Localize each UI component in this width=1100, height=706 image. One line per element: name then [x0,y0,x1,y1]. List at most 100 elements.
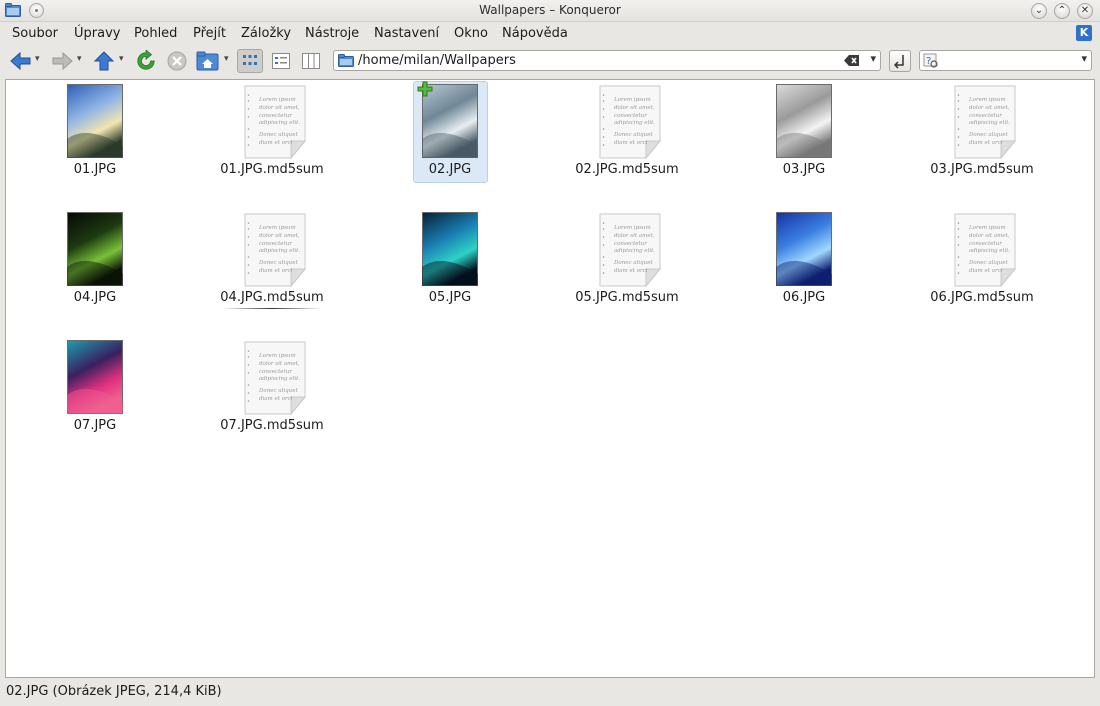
doc-preview-line: consectetur [969,113,1002,119]
doc-preview-line: adipiscing elit. [614,120,655,126]
icon-view-button[interactable] [237,49,263,73]
image-thumbnail [67,212,123,286]
home-dropdown-icon[interactable]: ▾ [224,54,233,64]
title-bar[interactable]: Wallpapers – Konqueror ⌄ ⌃ ✕ [0,0,1100,22]
location-bar[interactable]: /home/milan/Wallpapers ▾ [333,50,881,71]
image-thumbnail [67,84,123,158]
doc-preview-line: diam et orci [259,140,293,146]
image-thumbnail [67,340,123,414]
doc-preview-line: dolor sit amet, [614,233,655,239]
go-icon [894,55,904,69]
text-document-icon: Lorem ipsum dolor sit amet, consecteturadi… [599,85,661,159]
forward-icon[interactable] [50,50,74,72]
menu-nastaveni[interactable]: Nastavení [374,26,439,41]
text-file-item[interactable]: Lorem ipsum dolor sit amet, consectetur adi… [547,208,707,328]
maximize-button[interactable]: ⌃ [1054,3,1070,19]
forward-history-dropdown-icon[interactable]: ▾ [77,54,86,64]
file-name-label[interactable]: 01.JPG [15,162,175,177]
doc-preview-line: Donec aliquet [258,260,298,266]
file-name-label[interactable]: 07.JPG [15,418,175,433]
minimize-button[interactable]: ⌄ [1031,3,1047,19]
doc-preview-line: diam et orci [259,396,293,402]
status-bar: 02.JPG (Obrázek JPEG, 214,4 KiB) [0,680,1100,706]
menu-zalozky[interactable]: Záložky [241,26,291,41]
text-file-item[interactable]: Lorem ipsum dolor sit amet, consectetur adi… [902,208,1062,328]
image-file-item[interactable]: 04.JPG [15,208,175,328]
details-view-button[interactable] [268,49,294,73]
file-name-label[interactable]: 06.JPG.md5sum [902,290,1062,305]
menu-soubor[interactable]: Soubor [12,26,58,41]
file-view[interactable]: 01.JPG Lorem ipsum dolor sit amet, consecte… [5,79,1095,678]
menu-bar: Soubor Úpravy Pohled Přejít Záložky Nást… [0,22,1100,46]
image-file-item[interactable]: 01.JPG [15,80,175,200]
doc-preview-line: diam et orci [614,140,648,146]
stop-icon[interactable] [166,50,188,72]
window-title: Wallpapers – Konqueror [479,3,621,17]
file-name-label[interactable]: 06.JPG [724,290,884,305]
folder-icon [338,54,354,67]
doc-preview-line: Donec aliquet [968,260,1008,266]
up-icon[interactable] [93,50,115,72]
file-name-label[interactable]: 05.JPG [370,290,530,305]
search-dropdown-icon[interactable]: ▾ [1081,52,1087,65]
menu-okno[interactable]: Okno [454,26,488,41]
image-thumbnail [776,84,832,158]
up-dropdown-icon[interactable]: ▾ [119,54,128,64]
location-path[interactable]: /home/milan/Wallpapers [358,53,516,68]
text-file-item[interactable]: Lorem ipsum dolor sit amet, consectetur adi… [192,336,352,456]
menu-napoveda[interactable]: Nápověda [502,26,568,41]
doc-preview-line: diam et orci [969,140,1003,146]
file-name-label[interactable]: 03.JPG.md5sum [902,162,1062,177]
back-icon[interactable] [9,50,33,72]
text-file-item[interactable]: Lorem ipsum dolor sit amet, consectetur adi… [192,80,352,200]
image-file-item[interactable]: 06.JPG [724,208,884,328]
doc-preview-line: Lorem ipsum [968,97,1006,103]
image-file-item[interactable]: 05.JPG [370,208,530,328]
doc-preview-line: dolor sit amet, [259,105,300,111]
go-button[interactable] [889,50,911,72]
menu-upravy[interactable]: Úpravy [74,26,120,41]
add-selection-icon[interactable] [417,81,433,97]
file-name-label[interactable]: 04.JPG.md5sum [192,290,352,305]
image-file-item[interactable]: 07.JPG [15,336,175,456]
image-file-item[interactable]: 03.JPG [724,80,884,200]
doc-preview-line: Donec aliquet [613,260,653,266]
chevron-down-icon: ⌄ [1034,5,1044,16]
doc-preview-line: consectetur [614,241,647,247]
text-file-item[interactable]: Lorem ipsum dolor sit amet, consectetur adi… [902,80,1062,200]
clear-location-icon[interactable] [844,54,860,67]
text-file-item[interactable]: Lorem ipsum dolor sit amet, consectetur adi… [547,80,707,200]
text-file-item[interactable]: Lorem ipsum dolor sit amet, consectetur adi… [192,208,352,328]
columns-view-button[interactable] [298,49,324,73]
back-history-dropdown-icon[interactable]: ▾ [35,54,44,64]
kde-logo-icon[interactable]: K [1076,25,1092,41]
doc-preview-line: Donec aliquet [968,132,1008,138]
home-icon[interactable] [196,50,220,72]
columns-view-icon [302,53,320,69]
search-field[interactable]: ? ▾ [919,50,1092,71]
file-name-label[interactable]: 04.JPG [15,290,175,305]
file-name-label[interactable]: 07.JPG.md5sum [192,418,352,433]
file-name-label[interactable]: 02.JPG.md5sum [547,162,707,177]
doc-preview-line: Lorem ipsum [258,225,296,231]
file-name-label[interactable]: 05.JPG.md5sum [547,290,707,305]
image-file-item[interactable]: 02.JPG [370,80,530,200]
doc-preview-line: Lorem ipsum [258,353,296,359]
menu-nastroje[interactable]: Nástroje [305,26,359,41]
doc-preview-line: dolor sit amet, [969,105,1010,111]
image-thumbnail [776,212,832,286]
doc-preview-line: dolor sit amet, [259,233,300,239]
doc-preview-line: Donec aliquet [258,388,298,394]
text-document-icon: Lorem ipsum dolor sit amet, consecteturadi… [599,213,661,287]
location-history-dropdown-icon[interactable]: ▾ [870,52,876,65]
file-name-label[interactable]: 03.JPG [724,162,884,177]
details-view-icon [272,53,290,69]
close-button[interactable]: ✕ [1077,3,1093,19]
file-name-label[interactable]: 01.JPG.md5sum [192,162,352,177]
reload-icon[interactable] [134,50,158,72]
svg-text:?: ? [926,56,931,67]
file-name-label[interactable]: 02.JPG [370,162,530,177]
doc-preview-line: Lorem ipsum [968,225,1006,231]
menu-prejit[interactable]: Přejít [193,26,226,41]
menu-pohled[interactable]: Pohled [134,26,177,41]
